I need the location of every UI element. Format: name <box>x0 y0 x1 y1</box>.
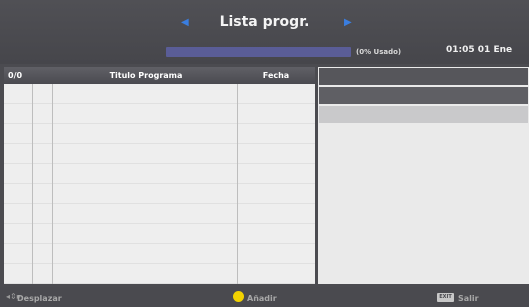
column-divider <box>32 84 33 284</box>
table-row[interactable] <box>4 244 315 264</box>
table-row[interactable] <box>4 204 315 224</box>
header: ◀ Lista progr. ▶ (0% Usado) 01:05 01 Ene <box>0 0 529 64</box>
footer-hints: ◂⇕▸ Desplazar Añadir EXIT Salir <box>0 287 529 307</box>
table-row[interactable] <box>4 144 315 164</box>
exit-hint-label[interactable]: Salir <box>458 294 479 303</box>
detail-row <box>319 68 528 85</box>
add-hint-label[interactable]: Añadir <box>247 294 277 303</box>
triangle-right-icon[interactable]: ▶ <box>344 17 352 28</box>
column-header-date: Fecha <box>262 71 290 80</box>
yellow-button-icon[interactable] <box>233 291 244 302</box>
table-row[interactable] <box>4 84 315 104</box>
table-row[interactable] <box>4 164 315 184</box>
record-count: 0/0 <box>8 71 23 80</box>
detail-row <box>319 87 528 104</box>
table-body[interactable] <box>4 84 315 284</box>
table-header: 0/0 Titulo Programa Fecha <box>4 67 315 84</box>
column-divider <box>237 84 238 284</box>
column-divider <box>52 84 53 284</box>
table-row[interactable] <box>4 264 315 284</box>
detail-panel <box>318 67 529 284</box>
column-header-title: Titulo Programa <box>109 71 183 80</box>
table-row[interactable] <box>4 104 315 124</box>
move-hint-label: Desplazar <box>17 294 62 303</box>
clock: 01:05 01 Ene <box>446 45 513 55</box>
detail-row <box>319 106 528 123</box>
pvr-list-screen: ◀ Lista progr. ▶ (0% Usado) 01:05 01 Ene… <box>0 0 529 307</box>
program-table: 0/0 Titulo Programa Fecha <box>4 67 315 284</box>
table-row[interactable] <box>4 124 315 144</box>
storage-usage-text: (0% Usado) <box>356 48 402 56</box>
table-row[interactable] <box>4 224 315 244</box>
storage-usage-bar <box>166 47 351 57</box>
table-row[interactable] <box>4 184 315 204</box>
page-title: Lista progr. <box>219 14 310 30</box>
exit-key-icon[interactable]: EXIT <box>437 293 454 302</box>
